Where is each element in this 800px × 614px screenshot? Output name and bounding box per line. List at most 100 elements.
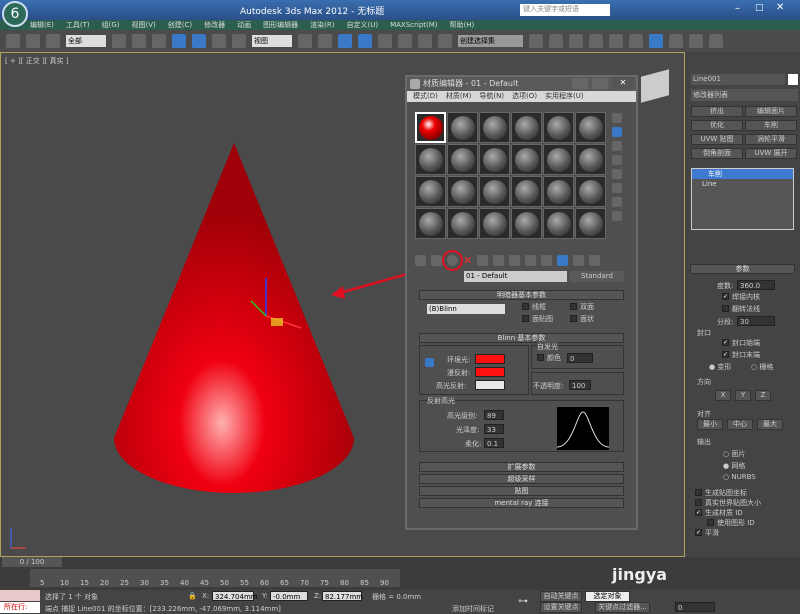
- modifier-button[interactable]: 车削: [745, 120, 797, 131]
- specular-level-input[interactable]: 89: [484, 410, 504, 420]
- unlink-icon[interactable]: [26, 34, 40, 48]
- glossiness-input[interactable]: 33: [484, 424, 504, 434]
- direction-button[interactable]: Y: [735, 390, 751, 401]
- minimize-icon[interactable]: [572, 78, 588, 89]
- sample-slot[interactable]: [575, 112, 606, 143]
- sample-slot[interactable]: [415, 176, 446, 207]
- shader-option-checkbox[interactable]: [522, 315, 529, 322]
- set-key-button[interactable]: 设置关键点: [540, 602, 582, 613]
- menu-item[interactable]: 工具(T): [66, 20, 90, 30]
- edit-named-selection-icon[interactable]: [438, 34, 452, 48]
- z-coord-input[interactable]: 82.177mm: [322, 591, 363, 601]
- keyboard-shortcut-icon[interactable]: [338, 34, 352, 48]
- modifier-button[interactable]: UVW 展开: [745, 148, 797, 159]
- align-button[interactable]: 最小: [697, 419, 723, 430]
- flip-normals-checkbox[interactable]: [722, 305, 729, 312]
- close-icon[interactable]: ✕: [612, 77, 634, 89]
- pivot-icon[interactable]: [298, 34, 312, 48]
- maxscript-listener[interactable]: [0, 590, 40, 601]
- rotate-icon[interactable]: [212, 34, 226, 48]
- add-time-tag-button[interactable]: 添加时间标记: [452, 604, 494, 614]
- curve-editor-icon[interactable]: [609, 34, 623, 48]
- option-checkbox[interactable]: [707, 519, 714, 526]
- make-preview-icon[interactable]: [612, 183, 622, 193]
- lock-icon[interactable]: 🔒: [188, 592, 197, 600]
- stack-item-line[interactable]: Line: [692, 179, 793, 189]
- self-illum-value-input[interactable]: 0: [567, 353, 593, 363]
- modifier-button[interactable]: 优化: [691, 120, 743, 131]
- reference-coord-select[interactable]: 视图: [252, 35, 292, 47]
- sample-slot[interactable]: [575, 208, 606, 239]
- get-material-icon[interactable]: [415, 255, 426, 266]
- layer-manager-icon[interactable]: [569, 34, 583, 48]
- sample-type-icon[interactable]: [612, 113, 622, 123]
- rollout-header[interactable]: 超级采样: [419, 474, 624, 484]
- menu-item[interactable]: 渲染(R): [310, 20, 334, 30]
- align-icon[interactable]: [549, 34, 563, 48]
- menu-item[interactable]: 视图(V): [132, 20, 156, 30]
- sample-slot[interactable]: [447, 176, 478, 207]
- rollout-header[interactable]: 贴图: [419, 486, 624, 496]
- material-menu-item[interactable]: 模式(D): [413, 91, 438, 102]
- sample-slot[interactable]: [415, 144, 446, 175]
- video-color-check-icon[interactable]: [612, 169, 622, 179]
- select-by-name-icon[interactable]: [132, 34, 146, 48]
- menu-item[interactable]: 动画: [237, 20, 251, 30]
- schematic-view-icon[interactable]: [629, 34, 643, 48]
- options-icon[interactable]: [612, 197, 622, 207]
- x-coord-input[interactable]: 324.704mm: [212, 591, 258, 601]
- rollout-header[interactable]: 扩展参数: [419, 462, 624, 472]
- key-filter-select[interactable]: 选定对象: [585, 591, 630, 602]
- cap-end-checkbox[interactable]: ✓: [722, 351, 729, 358]
- current-frame-input[interactable]: 0: [675, 602, 715, 612]
- output-radio[interactable]: ○ NURBS: [723, 473, 756, 481]
- degrees-input[interactable]: 360.0: [737, 280, 775, 290]
- sample-slot[interactable]: [575, 176, 606, 207]
- sample-slot[interactable]: [479, 144, 510, 175]
- bind-spacewarp-icon[interactable]: [46, 34, 60, 48]
- reset-map-icon[interactable]: ✕: [463, 255, 472, 266]
- listener-mode[interactable]: 所在行:: [0, 602, 40, 613]
- align-button[interactable]: 中心: [727, 419, 753, 430]
- shader-option-checkbox[interactable]: [570, 315, 577, 322]
- material-name-input[interactable]: 01 - Default: [464, 271, 567, 282]
- sample-slot[interactable]: [447, 144, 478, 175]
- sample-slot[interactable]: [511, 144, 542, 175]
- render-teapot-icon[interactable]: [709, 34, 723, 48]
- sample-slot[interactable]: [479, 176, 510, 207]
- shader-option-checkbox[interactable]: [570, 303, 577, 310]
- minimize-icon[interactable]: –: [735, 3, 740, 14]
- window-crossing-icon[interactable]: [172, 34, 186, 48]
- morph-radio[interactable]: ● 变形: [709, 362, 731, 372]
- search-input[interactable]: 键入关键字或短语: [520, 4, 610, 16]
- maximize-icon[interactable]: □: [755, 3, 764, 13]
- modifier-button[interactable]: 挤出: [691, 106, 743, 117]
- selection-filter-select[interactable]: 全部: [66, 35, 106, 47]
- auto-key-button[interactable]: 自动关键点: [540, 591, 582, 602]
- sample-slot[interactable]: [543, 176, 574, 207]
- assign-material-to-selection-icon[interactable]: [442, 250, 463, 271]
- sample-slot[interactable]: [447, 112, 478, 143]
- output-radio[interactable]: ○ 面片: [723, 449, 745, 459]
- align-button[interactable]: 最大: [757, 419, 783, 430]
- menu-item[interactable]: 编辑(E): [30, 20, 54, 30]
- shader-rollout-header[interactable]: 明暗器基本参数: [419, 290, 624, 300]
- put-to-library-icon[interactable]: [509, 255, 521, 266]
- close-icon[interactable]: ✕: [776, 2, 784, 13]
- rendered-frame-icon[interactable]: [689, 34, 703, 48]
- sample-slot[interactable]: [479, 112, 510, 143]
- material-menu-item[interactable]: 选项(O): [512, 91, 537, 102]
- select-object-icon[interactable]: [112, 34, 126, 48]
- shader-select[interactable]: (B)Blinn: [427, 304, 505, 314]
- modifier-list-select[interactable]: 修改器列表: [691, 89, 798, 101]
- sample-slot[interactable]: [575, 144, 606, 175]
- cap-start-checkbox[interactable]: ✓: [722, 339, 729, 346]
- option-checkbox[interactable]: ✓: [695, 529, 702, 536]
- specular-color-swatch[interactable]: [475, 380, 505, 390]
- direction-button[interactable]: Z: [755, 390, 771, 401]
- make-unique-icon[interactable]: [493, 255, 505, 266]
- go-forward-sibling-icon[interactable]: [589, 255, 601, 266]
- go-to-parent-icon[interactable]: [573, 255, 585, 266]
- sample-slot[interactable]: [415, 208, 446, 239]
- object-name-input[interactable]: Line001: [691, 74, 785, 85]
